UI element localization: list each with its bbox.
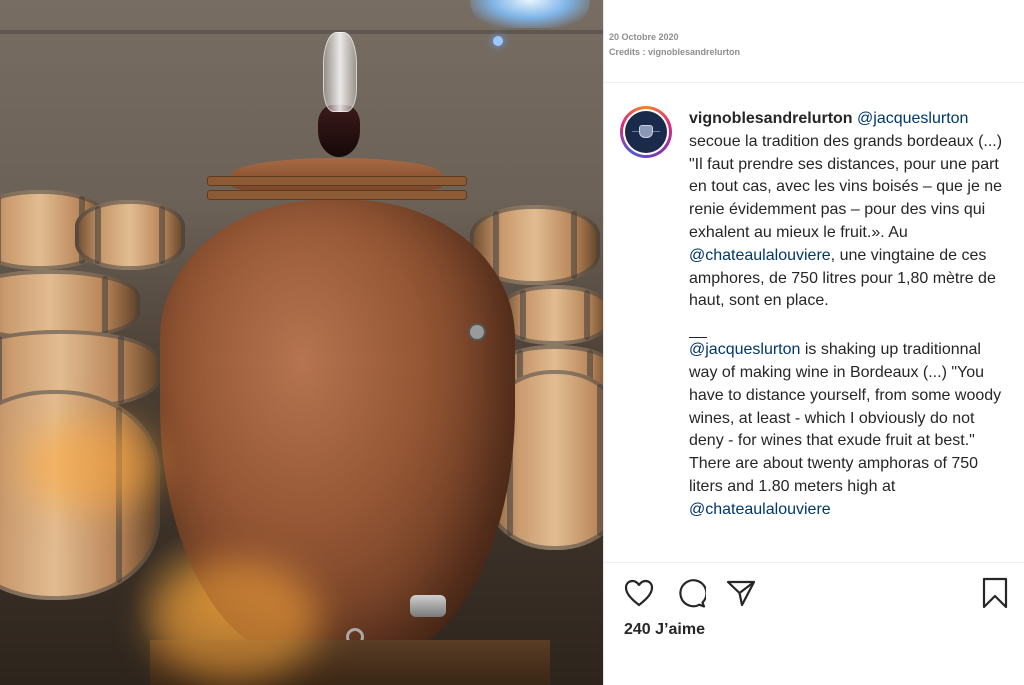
avatar-image [625, 111, 667, 153]
lamp-light [493, 36, 503, 46]
caption[interactable]: vignoblesandrelurton @jacqueslurton seco… [689, 108, 1011, 556]
likes-count[interactable]: 240 J’aime [624, 621, 705, 639]
share-icon [726, 580, 756, 607]
stopper [318, 105, 360, 157]
avatar-border [623, 109, 669, 155]
light-glow [150, 560, 320, 680]
caption-username[interactable]: vignoblesandrelurton [689, 110, 853, 127]
post-photo [0, 0, 603, 685]
bookmark-icon [982, 577, 1008, 609]
ceiling-lamp [470, 0, 590, 28]
post-credits: Credits : vignoblesandrelurton [609, 47, 741, 57]
caption-separator: __ [689, 322, 707, 340]
divider [604, 562, 1024, 563]
lid-plank [207, 190, 467, 200]
caption-text: secoue la tradition des grands bordeaux … [689, 132, 1003, 241]
light-glow [20, 420, 160, 510]
mention-link[interactable]: @jacqueslurton [857, 110, 968, 127]
lid-plank [207, 176, 467, 186]
save-button[interactable] [978, 576, 1012, 610]
post-meta: 20 Octobre 2020 Credits : vignoblesandre… [609, 30, 740, 60]
barrel [75, 200, 185, 270]
likes-number: 240 [624, 621, 651, 638]
likes-label: J’aime [655, 621, 705, 638]
caption-text: is shaking up traditionnal way of making… [689, 341, 1002, 495]
mention-link[interactable]: @jacqueslurton [689, 341, 800, 358]
share-button[interactable] [724, 576, 758, 610]
wall-beam [0, 30, 603, 34]
avatar[interactable] [620, 106, 672, 158]
like-button[interactable] [622, 576, 656, 610]
post-date: 20 Octobre 2020 [609, 32, 679, 42]
mention-link[interactable]: @chateaulalouviere [689, 247, 831, 264]
mention-link[interactable]: @chateaulalouviere [689, 501, 831, 518]
comment-icon [679, 579, 706, 608]
heart-icon [624, 579, 654, 607]
caption-english: @jacqueslurton is shaking up traditionna… [689, 339, 1011, 521]
glass-airlock [323, 32, 357, 112]
barrel [500, 285, 603, 345]
comment-button[interactable] [674, 576, 708, 610]
caption-french: vignoblesandrelurton @jacqueslurton seco… [689, 108, 1011, 313]
post-details-panel: 20 Octobre 2020 Credits : vignoblesandre… [603, 0, 1024, 685]
valve [470, 325, 484, 339]
tap [410, 595, 446, 617]
divider [604, 82, 1024, 83]
